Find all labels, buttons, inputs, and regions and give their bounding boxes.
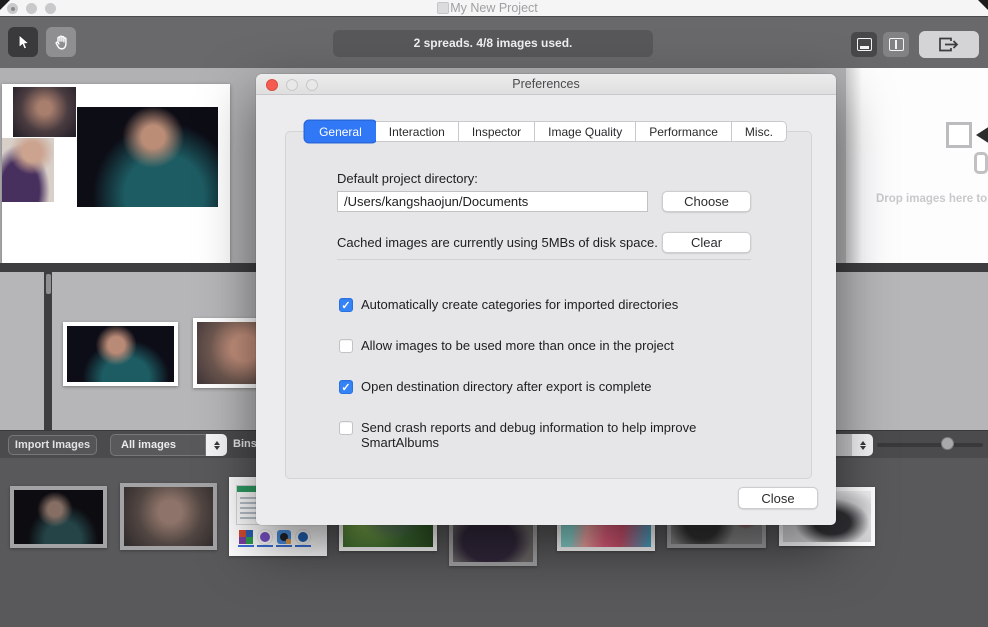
blue-app-icon: [296, 530, 310, 544]
photo: [67, 326, 174, 382]
dropdown-value: All images: [110, 434, 206, 456]
checkbox-row: Send crash reports and debug information…: [339, 419, 769, 439]
placeholder-square-icon: [946, 122, 972, 148]
photo: [124, 487, 213, 546]
preferences-dialog: Preferences GeneralInteractionInspectorI…: [256, 74, 836, 525]
app-window: My New Project 2 spreads. 4/8 images use…: [0, 0, 988, 627]
checkbox-label: Open destination directory after export …: [361, 379, 651, 394]
camera-app-icon: [277, 530, 291, 544]
screen-corner: [978, 0, 988, 10]
office-grid-icon: [239, 530, 253, 544]
tab-inspector[interactable]: Inspector: [459, 121, 535, 142]
app-icons-row: [235, 530, 321, 548]
album-spread-page[interactable]: [2, 84, 230, 263]
spread-photo[interactable]: [2, 138, 54, 202]
two-page-view-icon: [889, 38, 904, 51]
directory-label: Default project directory:: [337, 171, 478, 186]
checkbox-checked[interactable]: ✓: [339, 380, 353, 394]
tab-image-quality[interactable]: Image Quality: [535, 121, 636, 142]
import-images-button[interactable]: Import Images: [8, 435, 97, 455]
checkbox-label: Send crash reports and debug information…: [361, 420, 769, 450]
stepper-icon: [206, 434, 227, 456]
window-titlebar: My New Project: [0, 0, 988, 16]
pointer-tool-button[interactable]: [8, 27, 38, 57]
purple-app-icon: [258, 530, 272, 544]
photo-thumbnail-used[interactable]: [10, 486, 107, 548]
preferences-tabs: GeneralInteractionInspectorImage Quality…: [256, 121, 836, 142]
spread-view-icon: [857, 38, 872, 51]
clear-cache-button[interactable]: Clear: [662, 232, 751, 253]
status-bar: 2 spreads. 4/8 images used.: [333, 30, 653, 57]
dialog-title: Preferences: [256, 74, 836, 95]
slider-thumb[interactable]: [941, 437, 954, 450]
stepper-icon: [852, 434, 873, 456]
checkbox-checked[interactable]: ✓: [339, 298, 353, 312]
photo: [14, 490, 103, 544]
choose-button[interactable]: Choose: [662, 191, 751, 212]
tab-interaction[interactable]: Interaction: [376, 121, 459, 142]
spread-photo[interactable]: [77, 107, 218, 207]
checkbox-row: ✓ Open destination directory after export…: [339, 378, 769, 398]
size-dropdown-partial[interactable]: [836, 434, 852, 456]
main-toolbar: 2 spreads. 4/8 images used.: [0, 16, 988, 68]
hand-tool-button[interactable]: [46, 27, 76, 57]
checkbox-list: ✓ Automatically create categories for imp…: [339, 296, 769, 460]
close-button[interactable]: Close: [738, 487, 818, 509]
pages-view-button[interactable]: [883, 32, 909, 57]
checkbox-unchecked[interactable]: [339, 421, 353, 435]
image-filter-dropdown[interactable]: All images: [110, 434, 227, 456]
checkbox-label: Automatically create categories for impo…: [361, 297, 678, 312]
checkbox-row: Allow images to be used more than once i…: [339, 337, 769, 357]
drop-hint-text: Drop images here to cr: [876, 193, 988, 205]
directory-input[interactable]: /Users/kangshaojun/Documents: [337, 191, 648, 212]
placeholder-frame-icon: [974, 152, 988, 174]
shadow: [846, 68, 862, 263]
cache-status-text: Cached images are currently using 5MBs o…: [337, 235, 658, 250]
spread-view-button[interactable]: [851, 32, 877, 57]
cursor-arrow-icon: [976, 126, 988, 144]
next-spread-dropzone[interactable]: Drop images here to cr: [846, 68, 988, 263]
vertical-splitter[interactable]: [44, 272, 52, 430]
checkbox-label: Allow images to be used more than once i…: [361, 338, 674, 353]
checkbox-unchecked[interactable]: [339, 339, 353, 353]
tab-misc[interactable]: Misc.: [732, 121, 787, 142]
window-title: My New Project: [0, 1, 988, 16]
spread-photo[interactable]: [13, 87, 76, 137]
photo-thumbnail-used[interactable]: [120, 483, 217, 550]
separator: [337, 259, 751, 260]
checkbox-row: ✓ Automatically create categories for imp…: [339, 296, 769, 316]
dialog-titlebar[interactable]: Preferences: [256, 74, 836, 95]
hand-icon: [53, 34, 70, 51]
splitter-grip: [46, 274, 51, 294]
photo-thumbnail[interactable]: [63, 322, 178, 386]
thumbnail-zoom-slider[interactable]: [877, 443, 983, 447]
tab-performance[interactable]: Performance: [636, 121, 732, 142]
screen-corner: [0, 0, 10, 10]
export-button[interactable]: [919, 31, 979, 58]
export-icon: [937, 36, 961, 53]
cursor-arrow-icon: [14, 33, 32, 51]
tab-general[interactable]: General: [304, 120, 377, 143]
